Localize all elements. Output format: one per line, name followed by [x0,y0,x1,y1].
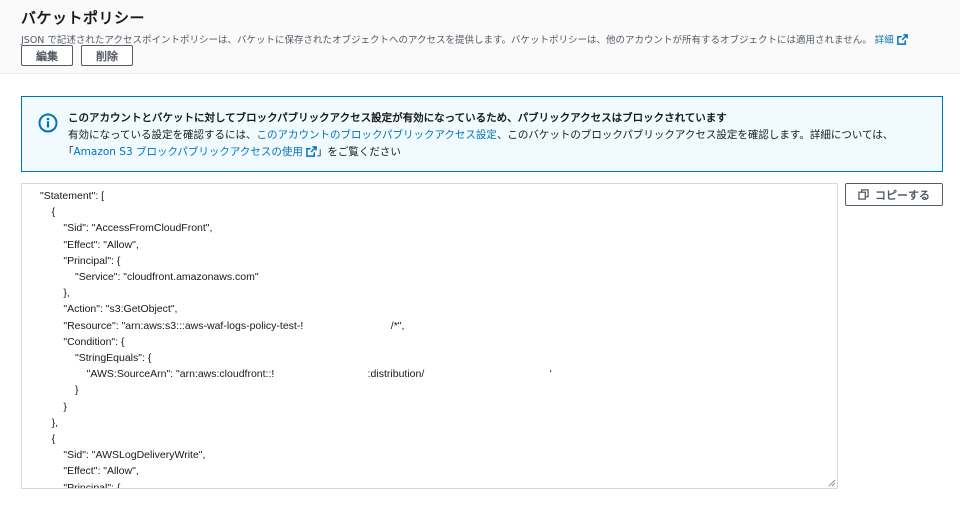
code-line: "Effect": "Allow", [40,238,139,251]
alert-text: 」をご覧ください [316,146,401,158]
code-line: "Principal": { [40,254,121,267]
description-text: JSON で記述されたアクセスポイントポリシーは、バケットに保存されたオブジェク… [21,35,872,46]
code-line: "StringEquals": { [40,352,152,365]
doc-link-label: Amazon S3 ブロックパブリックアクセスの使用 [73,146,303,158]
code-line: "Condition": { [40,335,125,348]
external-link-icon [306,146,317,157]
copy-button-label: コピーする [875,188,930,202]
policy-json-code: "Statement": [ { "Sid": "AccessFromCloud… [40,188,552,489]
block-public-access-doc-link[interactable]: Amazon S3 ブロックパブリックアクセスの使用 [74,146,317,158]
code-line: "Action": "s3:GetObject", [40,303,178,316]
delete-button[interactable]: 削除 [81,45,133,66]
code-line: }, [40,416,59,429]
alert-body: 有効になっている設定を確認するには、このアカウントのブロックパブリックアクセス設… [63,127,928,161]
alert-text: 有効になっている設定を確認するには、 [68,129,257,141]
code-line: } [40,384,79,397]
code-line: "Effect": "Allow", [40,465,139,478]
code-line: "Statement": [ [40,190,105,202]
details-link-label: 詳細 [874,35,894,46]
policy-json-editor[interactable]: "Statement": [ { "Sid": "AccessFromCloud… [21,183,838,489]
copy-icon [858,189,869,200]
alert-title: このアカウントとバケットに対してブロックパブリックアクセス設定が有効になっている… [68,112,727,124]
alert-line-1: 有効になっている設定を確認するには、このアカウントのブロックパブリックアクセス設… [68,127,928,144]
info-icon [38,113,58,133]
resize-handle-icon[interactable] [828,479,836,487]
section-header: バケットポリシー JSON で記述されたアクセスポイントポリシーは、バケットに保… [0,0,960,74]
code-line: }, [40,287,70,300]
code-line: "Principal": { [40,481,121,489]
code-line: { [40,206,56,219]
code-line: } [40,400,67,413]
alert-line-2: 「Amazon S3 ブロックパブリックアクセスの使用 」をご覧ください [63,144,928,161]
code-line: "Resource": "arn:aws:s3:::aws-waf-logs-p… [40,319,405,332]
code-line: "Sid": "AccessFromCloudFront", [40,222,213,235]
copy-button[interactable]: コピーする [845,183,943,206]
section-description: JSON で記述されたアクセスポイントポリシーは、バケットに保存されたオブジェク… [21,32,951,46]
code-line: "Sid": "AWSLogDeliveryWrite", [40,449,206,462]
details-link[interactable]: 詳細 [874,34,908,46]
section-title: バケットポリシー [21,9,146,27]
edit-button[interactable]: 編集 [21,45,73,66]
alert-text: 「 [63,146,74,158]
code-line: "AWS:SourceArn": "arn:aws:cloudfront::! … [40,368,552,381]
alert-text: 、このバケットのブロックパブリックアクセス設定を確認します。詳細については、 [496,129,894,141]
code-line: { [40,433,56,446]
external-link-icon [896,34,908,45]
public-access-blocked-alert: このアカウントとバケットに対してブロックパブリックアクセス設定が有効になっている… [21,96,943,172]
code-line: "Service": "cloudfront.amazonaws.com" [40,271,259,284]
bucket-policy-panel: バケットポリシー JSON で記述されたアクセスポイントポリシーは、バケットに保… [0,0,960,514]
account-settings-link[interactable]: このアカウントのブロックパブリックアクセス設定 [256,129,496,141]
